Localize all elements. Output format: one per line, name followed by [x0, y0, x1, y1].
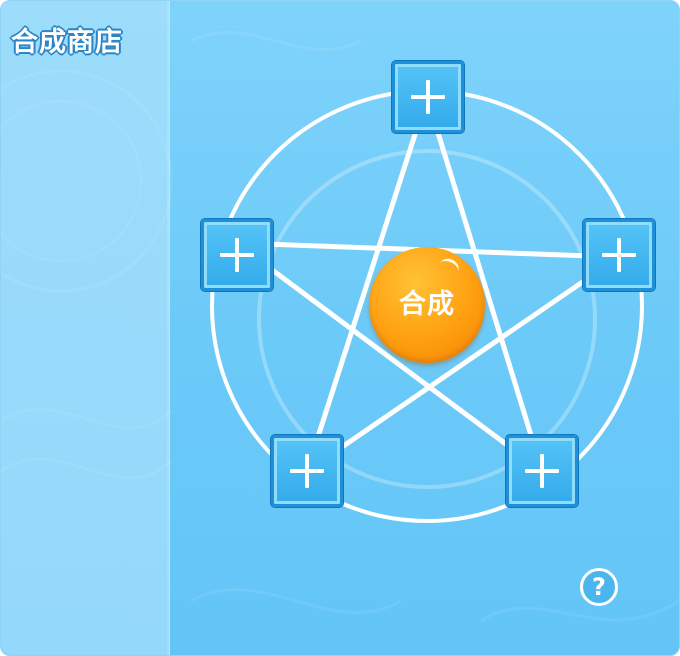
material-slot-top[interactable] — [392, 61, 464, 133]
material-slot-bottom-left[interactable] — [271, 435, 343, 507]
plus-icon — [602, 238, 636, 272]
plus-icon — [525, 454, 559, 488]
question-mark-icon: ? — [592, 573, 606, 601]
material-slot-right[interactable] — [583, 219, 655, 291]
material-slot-left[interactable] — [201, 219, 273, 291]
pentagram-circle — [210, 89, 644, 523]
synthesize-label: 合成 — [399, 289, 455, 320]
synthesize-button[interactable]: 合成 — [369, 247, 485, 363]
synthesis-shop-window: 合成商店 合成 ? — [0, 0, 680, 656]
plus-icon — [290, 454, 324, 488]
material-slot-bottom-right[interactable] — [506, 435, 578, 507]
help-button[interactable]: ? — [580, 568, 618, 606]
plus-icon — [411, 80, 445, 114]
plus-icon — [220, 238, 254, 272]
